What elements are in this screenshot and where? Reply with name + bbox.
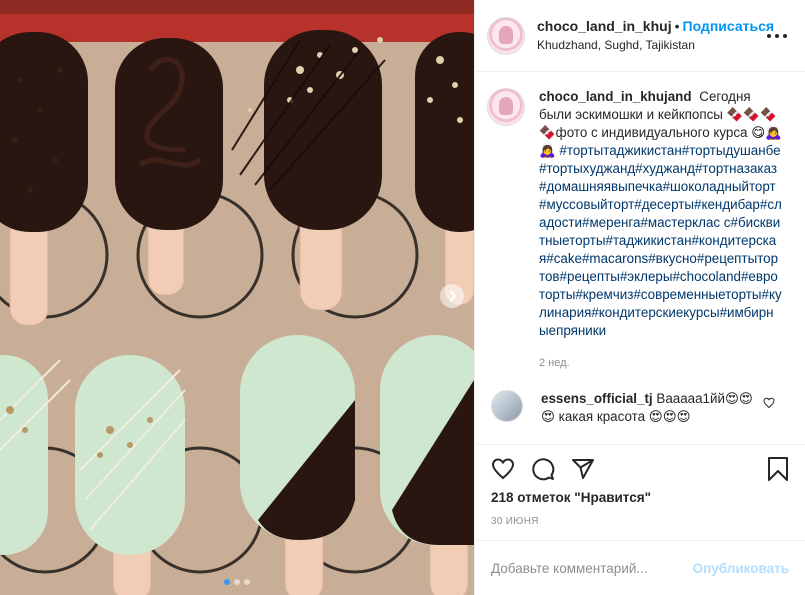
likes-count[interactable]: 218 отметок "Нравится": [491, 490, 651, 505]
author-avatar[interactable]: [487, 16, 525, 55]
post-caption: choco_land_in_khujand Сегодня были эским…: [487, 88, 789, 372]
chevron-right-icon: [449, 290, 457, 302]
comment-item: essens_official_tj Вааааа1йй😍😍😍 какая кр…: [487, 390, 789, 426]
carousel-dot: [234, 579, 240, 585]
comment-like-icon[interactable]: [763, 396, 775, 414]
carousel-dot: [224, 579, 230, 585]
share-icon[interactable]: [571, 457, 595, 486]
comment-username[interactable]: essens_official_tj: [541, 391, 653, 406]
carousel-indicators: [0, 579, 474, 585]
comment-input[interactable]: [491, 560, 693, 576]
post-header: choco_land_in_khuj • Подписаться Khudzhand…: [475, 0, 805, 72]
post-actions-bar: [475, 444, 805, 484]
add-comment-form: Опубликовать: [475, 540, 805, 595]
caption-username[interactable]: choco_land_in_khujand: [539, 89, 692, 104]
separator-dot: •: [674, 18, 680, 35]
carousel-dot: [244, 579, 250, 585]
more-horizontal-icon[interactable]: [765, 26, 789, 46]
follow-button[interactable]: Подписаться: [683, 18, 775, 34]
post-photo[interactable]: [0, 0, 474, 595]
bookmark-icon[interactable]: [767, 457, 789, 486]
caption-time[interactable]: 2 нед.: [539, 354, 783, 372]
caption-author-avatar[interactable]: [487, 88, 525, 126]
popsicles-image: [0, 0, 474, 595]
comments-section[interactable]: choco_land_in_khujand Сегодня были эским…: [475, 72, 805, 444]
heart-icon[interactable]: [491, 457, 515, 486]
comment-icon[interactable]: [531, 457, 555, 486]
carousel-next-button[interactable]: [440, 284, 464, 308]
publish-button[interactable]: Опубликовать: [693, 561, 789, 576]
commenter-avatar[interactable]: [491, 390, 523, 422]
post-side-panel: choco_land_in_khuj • Подписаться Khudzhand…: [474, 0, 805, 595]
post-location[interactable]: Khudzhand, Sughd, Tajikistan: [537, 38, 774, 53]
author-username[interactable]: choco_land_in_khuj: [537, 18, 672, 34]
post-date[interactable]: 30 ИЮНЯ: [491, 516, 539, 527]
caption-hashtags[interactable]: #тортытаджикистан#тортыдушанбе#тортыхудж…: [539, 143, 782, 338]
